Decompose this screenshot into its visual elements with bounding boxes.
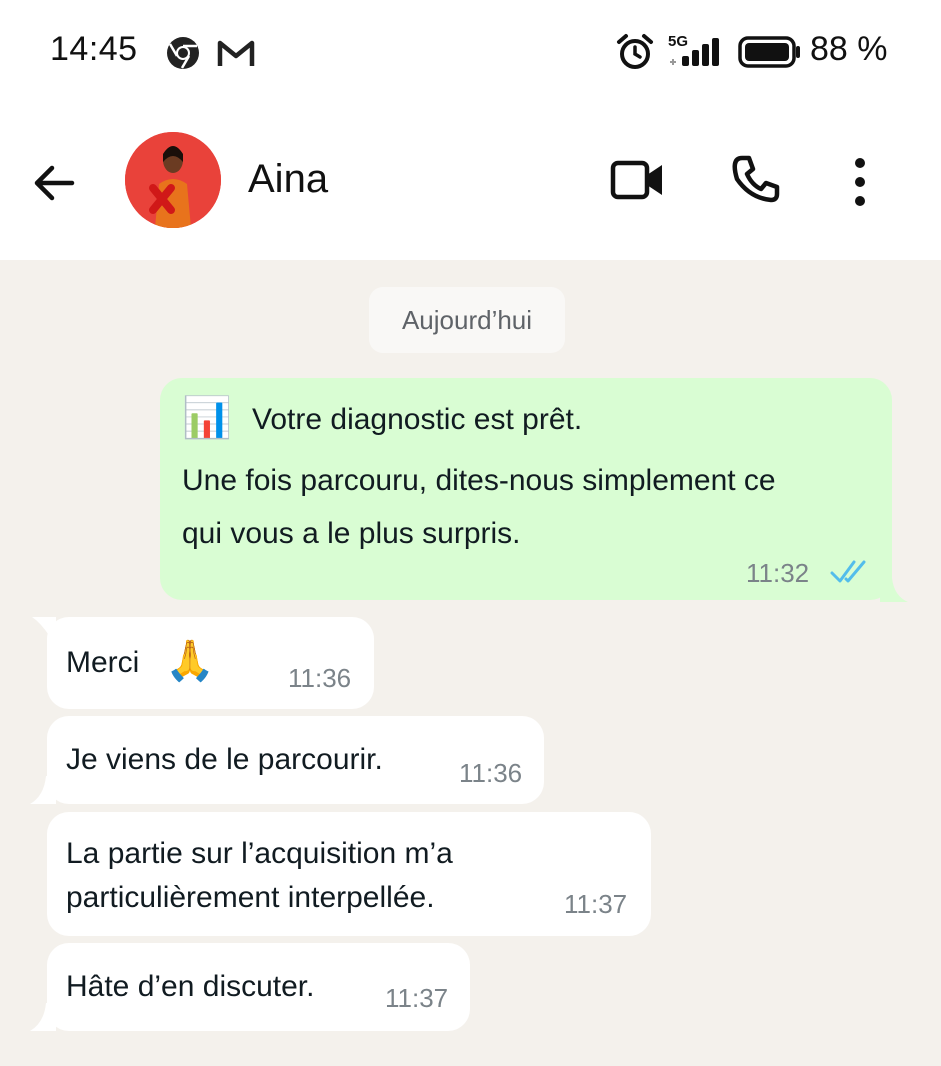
chrome-icon xyxy=(167,37,199,69)
praying-hands-emoji: 🙏 xyxy=(165,639,215,683)
gmail-icon xyxy=(217,40,255,66)
status-bar: 14:45 5G 88 % xyxy=(0,0,941,105)
alarm-icon xyxy=(617,34,653,69)
message-text: Je viens de le parcourir. xyxy=(66,743,383,776)
signal-icon xyxy=(670,38,719,66)
message-time: 11:37 xyxy=(564,889,628,919)
message-time: 11:36 xyxy=(288,663,352,693)
message-time: 11:37 xyxy=(385,983,449,1013)
contact-name[interactable]: Aina xyxy=(248,157,328,202)
bubble-tail xyxy=(880,578,908,602)
message-text: qui vous a le plus surpris. xyxy=(182,517,521,550)
incoming-message[interactable]: Je viens de le parcourir. 11:36 xyxy=(47,716,544,804)
video-call-icon[interactable] xyxy=(610,157,666,203)
outgoing-message[interactable]: 📊 Votre diagnostic est prêt. Une fois pa… xyxy=(160,378,892,600)
bubble-tail xyxy=(30,776,56,804)
battery-percentage: 88 % xyxy=(810,30,888,68)
read-receipt-icon xyxy=(830,560,866,583)
incoming-message[interactable]: La partie sur l’acquisition m’a particul… xyxy=(47,812,651,936)
message-text: Une fois parcouru, dites-nous simplement… xyxy=(182,464,776,497)
chat-header: Aina xyxy=(0,105,941,260)
incoming-message[interactable]: Merci 🙏 11:36 xyxy=(47,617,374,709)
date-separator: Aujourd’hui xyxy=(369,287,565,353)
phone-icon[interactable] xyxy=(730,153,782,205)
message-text: Hâte d’en discuter. xyxy=(66,970,315,1003)
contact-avatar[interactable] xyxy=(125,132,221,228)
bubble-tail xyxy=(30,1003,56,1031)
battery-icon xyxy=(738,36,800,68)
incoming-message[interactable]: Hâte d’en discuter. 11:37 xyxy=(47,943,470,1031)
message-time: 11:32 xyxy=(746,558,810,588)
message-text: particulièrement interpellée. xyxy=(66,881,435,914)
message-text: Merci xyxy=(66,646,140,679)
back-arrow-icon[interactable] xyxy=(28,157,80,209)
status-time: 14:45 xyxy=(50,30,138,68)
chat-messages[interactable]: Aujourd’hui 📊 Votre diagnostic est prêt.… xyxy=(0,260,941,1066)
avatar-image xyxy=(125,132,221,228)
more-vert-icon[interactable] xyxy=(845,155,875,209)
message-text: Votre diagnostic est prêt. xyxy=(252,403,583,436)
chart-emoji-icon: 📊 xyxy=(182,396,232,440)
message-time: 11:36 xyxy=(459,758,523,788)
